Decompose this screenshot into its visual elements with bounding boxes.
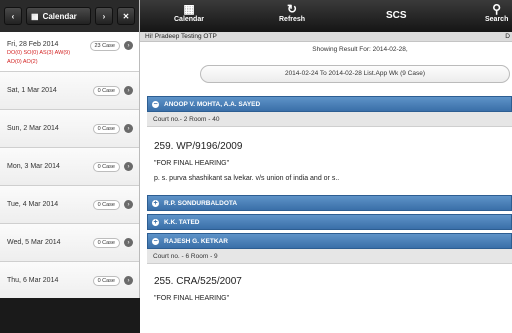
judge-group-header[interactable]: − ANOOP V. MOHTA, A.A. SAYED — [147, 96, 512, 112]
day-item[interactable]: Mon, 3 Mar 2014 0 Case › — [0, 148, 139, 186]
chevron-right-icon[interactable]: › — [124, 238, 133, 247]
judge-name: ANOOP V. MOHTA, A.A. SAYED — [164, 100, 261, 108]
search-icon: ⚲ — [492, 2, 502, 16]
case-count-badge: 0 Case — [92, 237, 120, 248]
case-number: 255. CRA/525/2007 — [154, 276, 242, 287]
next-button[interactable]: › — [95, 7, 113, 25]
case-stage: "FOR FINAL HEARING" — [154, 295, 230, 302]
search-button-label: Search — [485, 16, 509, 23]
case-count-badge: 0 Case — [92, 123, 120, 134]
case-count-badge: 0 Case — [92, 85, 120, 96]
judge-group-header[interactable]: − RAJESH G. KETKAR — [147, 233, 512, 249]
refresh-button[interactable]: ↻ Refresh — [279, 2, 305, 23]
court-info: Court no.- 2 Room - 40 — [147, 112, 512, 127]
chevron-right-icon[interactable]: › — [124, 162, 133, 171]
judge-group-header[interactable]: + R.P. SONDURBALDOTA — [147, 195, 512, 211]
day-detail: AO(0) AO(2) — [7, 59, 38, 65]
refresh-button-label: Refresh — [279, 16, 306, 23]
day-item[interactable]: Sat, 1 Mar 2014 0 Case › — [0, 72, 139, 110]
calendar-toolbar: ‹ ▦ Calendar › ✕ — [0, 0, 139, 32]
chevron-right-icon[interactable]: › — [124, 41, 133, 50]
case-count-badge: 23 Case — [89, 41, 120, 51]
calendar-panel: ‹ ▦ Calendar › ✕ Fri, 28 Feb 2014 DO(0) … — [0, 0, 140, 333]
judge-name: R.P. SONDURBALDOTA — [164, 199, 238, 207]
day-label: Sun, 2 Mar 2014 — [7, 125, 59, 132]
greeting-text: Hi! Pradeep Testing OTP — [145, 33, 217, 40]
case-count-badge: 0 Case — [92, 275, 120, 286]
cause-list: − ANOOP V. MOHTA, A.A. SAYED Court no.- … — [147, 96, 512, 319]
chevron-right-icon[interactable]: › — [124, 124, 133, 133]
day-label: Tue, 4 Mar 2014 — [7, 201, 59, 208]
chevron-right-icon[interactable]: › — [124, 200, 133, 209]
greeting-bar: Hi! Pradeep Testing OTP D — [140, 32, 512, 42]
prev-button[interactable]: ‹ — [4, 7, 22, 25]
close-button[interactable]: ✕ — [117, 7, 135, 25]
expand-icon: + — [152, 218, 159, 226]
collapse-icon: − — [152, 237, 159, 245]
day-item[interactable]: Sun, 2 Mar 2014 0 Case › — [0, 110, 139, 148]
calendar-dropdown[interactable]: ▦ Calendar — [26, 7, 91, 25]
chevron-right-icon[interactable]: › — [124, 86, 133, 95]
search-button[interactable]: ⚲ Search — [485, 2, 508, 23]
day-list: Fri, 28 Feb 2014 DO(0) SO(0) AS(3) AW(9)… — [0, 32, 139, 300]
greeting-right: D — [505, 33, 510, 40]
calendar-dropdown-label: Calendar — [42, 11, 77, 21]
case-item[interactable]: 259. WP/9196/2009 "FOR FINAL HEARING" p.… — [147, 127, 512, 191]
day-item[interactable]: Thu, 6 Mar 2014 0 Case › — [0, 262, 139, 300]
day-label: Thu, 6 Mar 2014 — [7, 277, 59, 284]
judge-name: RAJESH G. KETKAR — [164, 237, 228, 245]
case-count-badge: 0 Case — [92, 199, 120, 210]
case-stage: "FOR FINAL HEARING" — [154, 160, 230, 167]
day-label: Mon, 3 Mar 2014 — [7, 163, 60, 170]
judge-name: K.K. TATED — [164, 218, 200, 226]
day-item[interactable]: Fri, 28 Feb 2014 DO(0) SO(0) AS(3) AW(9)… — [0, 32, 139, 72]
date-range-button[interactable]: 2014-02-24 To 2014-02-28 List.App Wk (9 … — [200, 65, 510, 83]
calendar-button[interactable]: ▦ Calendar — [174, 2, 204, 23]
close-icon: ✕ — [122, 11, 130, 21]
chevron-right-icon[interactable]: › — [124, 276, 133, 285]
day-item[interactable]: Wed, 5 Mar 2014 0 Case › — [0, 224, 139, 262]
calendar-button-label: Calendar — [174, 16, 204, 23]
case-count-badge: 0 Case — [92, 161, 120, 172]
day-label: Sat, 1 Mar 2014 — [7, 87, 57, 94]
expand-icon: + — [152, 199, 159, 207]
day-label: Fri, 28 Feb 2014 — [7, 41, 59, 48]
day-item[interactable]: Tue, 4 Mar 2014 0 Case › — [0, 186, 139, 224]
day-label: Wed, 5 Mar 2014 — [7, 239, 61, 246]
left-footer — [0, 298, 140, 333]
calendar-icon: ▦ — [183, 2, 195, 16]
judge-group-header[interactable]: + K.K. TATED — [147, 214, 512, 230]
case-number: 259. WP/9196/2009 — [154, 141, 243, 152]
app-title: SCS — [386, 10, 407, 21]
app-header: ▦ Calendar ↻ Refresh SCS ⚲ Search — [140, 0, 512, 32]
court-info: Court no. - 6 Room - 9 — [147, 249, 512, 264]
day-detail: DO(0) SO(0) AS(3) AW(9) — [7, 50, 71, 56]
refresh-icon: ↻ — [287, 2, 298, 16]
showing-result-text: Showing Result For: 2014-02-28, — [312, 46, 408, 53]
case-item[interactable]: 255. CRA/525/2007 "FOR FINAL HEARING" — [147, 264, 512, 319]
collapse-icon: − — [152, 100, 159, 108]
grid-icon: ▦ — [31, 11, 39, 21]
case-parties: p. s. purva shashikant sa lvekar. v/s un… — [154, 175, 340, 182]
